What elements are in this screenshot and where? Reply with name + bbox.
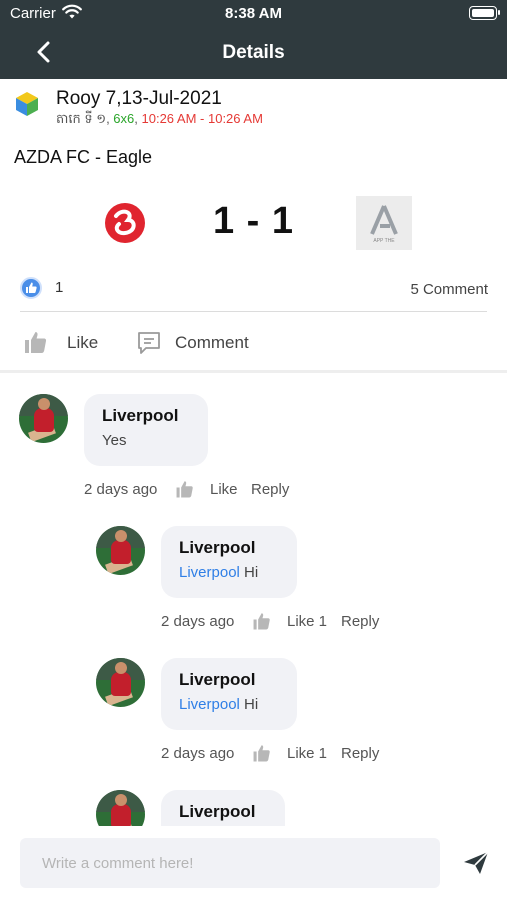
comment-author[interactable]: Liverpool	[179, 670, 279, 690]
comment-like-button[interactable]: Like	[210, 481, 238, 498]
page-title: Details	[222, 42, 285, 63]
comment-body: Hi	[239, 564, 259, 581]
comment-reply-button[interactable]: Reply	[341, 745, 379, 762]
top-bar: Carrier 8:38 AM Details	[0, 0, 507, 79]
team-logo-right: APP THE	[356, 196, 412, 250]
status-bar: Carrier 8:38 AM	[0, 0, 507, 28]
comment-icon[interactable]	[136, 330, 162, 356]
post-meta: តាកេ ទី ១, 6x6, 10:26 AM - 10:26 AM	[56, 111, 263, 130]
divider	[20, 311, 487, 312]
thumb-up-icon	[26, 282, 37, 293]
avatar[interactable]	[19, 394, 68, 443]
comment-count[interactable]: 5 Comment	[410, 281, 488, 298]
post-title: Rooy 7,13-Jul-2021	[56, 88, 222, 109]
comment-mention[interactable]: Liverpool	[179, 564, 240, 581]
comment-author[interactable]: Liverpool	[179, 538, 279, 558]
avatar[interactable]	[96, 526, 145, 575]
comment-text: Yes	[102, 432, 127, 449]
meta-separator: ,	[134, 111, 142, 126]
comment-like-button[interactable]: Like 1	[287, 745, 327, 762]
thumb-up-icon[interactable]	[252, 743, 272, 763]
team-logo-caption: APP THE	[373, 238, 395, 244]
comment-time: 2 days ago	[84, 481, 158, 498]
match-score: 1 - 1	[212, 200, 295, 242]
battery-icon	[469, 6, 500, 20]
thumb-up-icon[interactable]	[252, 611, 272, 631]
meta-format: 6x6	[113, 111, 135, 126]
match-name: AZDA FC - Eagle	[14, 147, 153, 167]
comment-composer	[0, 826, 507, 900]
thumb-up-icon[interactable]	[23, 329, 49, 355]
comment-author[interactable]: Liverpool	[179, 802, 267, 822]
app-logo-icon	[16, 92, 38, 116]
meta-location: តាកេ ទី ១,	[56, 111, 114, 126]
status-time: 8:38 AM	[225, 5, 282, 22]
comment-body: Hi	[239, 696, 259, 713]
like-button[interactable]: Like	[67, 333, 98, 353]
comment-author[interactable]: Liverpool	[102, 406, 190, 426]
comment-button[interactable]: Comment	[175, 333, 249, 353]
thumb-up-icon[interactable]	[175, 479, 195, 499]
like-bubble-icon	[20, 277, 42, 299]
comment-text: Liverpool Hi	[179, 696, 279, 713]
comment-time: 2 days ago	[161, 745, 235, 762]
comment-bubble: Liverpool Yes	[84, 394, 208, 466]
comment-text: Liverpool Hi	[179, 564, 279, 581]
comment-like-button[interactable]: Like 1	[287, 613, 327, 630]
comment-bubble: Liverpool Liverpool Hi	[161, 526, 297, 598]
like-count: 1	[55, 279, 64, 296]
comment-reply-button[interactable]: Reply	[341, 613, 379, 630]
comment-time: 2 days ago	[161, 613, 235, 630]
comment-reply-button[interactable]: Reply	[251, 481, 289, 498]
meta-time: 10:26 AM - 10:26 AM	[141, 111, 263, 126]
comment-input[interactable]	[20, 838, 440, 888]
divider	[0, 370, 507, 373]
avatar[interactable]	[96, 658, 145, 707]
comment-bubble: Liverpool Liverpool Hi	[161, 658, 297, 730]
comment-mention[interactable]: Liverpool	[179, 696, 240, 713]
send-icon[interactable]	[462, 850, 490, 876]
